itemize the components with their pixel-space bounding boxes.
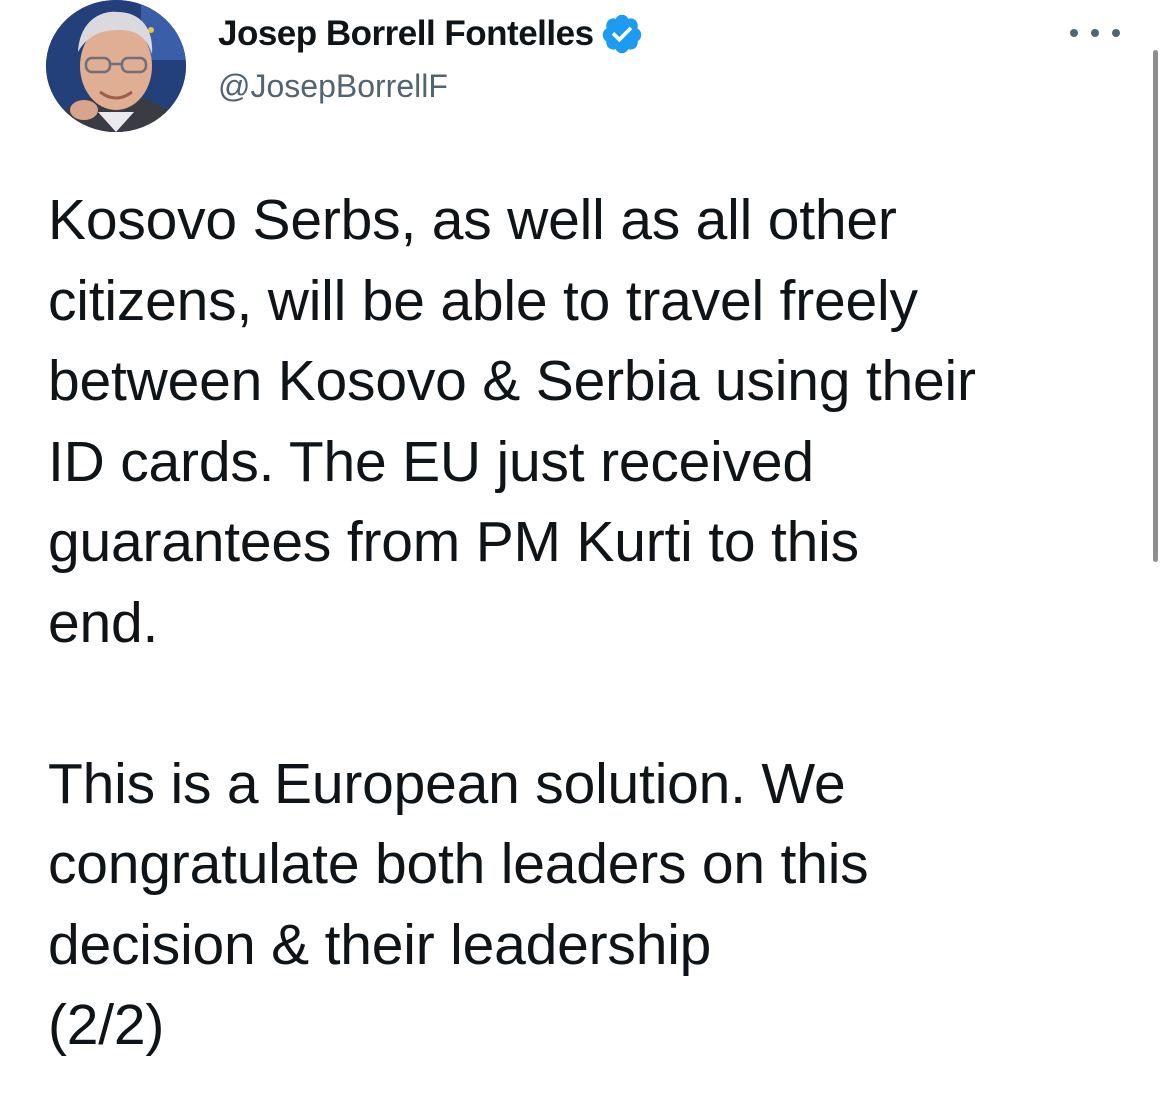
tweet-paragraph-2: This is a European solution. We congratu…: [48, 751, 869, 1058]
tweet-paragraph-1: Kosovo Serbs, as well as all other citiz…: [48, 188, 976, 655]
more-dot: [1091, 29, 1099, 37]
scrollbar[interactable]: [1153, 50, 1158, 562]
author-name-row: Josep Borrell Fontelles: [218, 12, 644, 56]
tweet-text: Kosovo Serbs, as well as all other citiz…: [48, 180, 1133, 1066]
tweet: Josep Borrell Fontelles @JosepBorrellF K…: [0, 0, 1169, 1094]
more-dot: [1112, 29, 1120, 37]
verified-badge-icon: [600, 12, 644, 56]
author-handle[interactable]: @JosepBorrellF: [218, 68, 448, 105]
author-avatar[interactable]: [46, 0, 186, 132]
more-options-icon[interactable]: [1070, 18, 1120, 48]
author-name[interactable]: Josep Borrell Fontelles: [218, 14, 594, 54]
profile-photo-icon: [46, 0, 186, 132]
more-dot: [1070, 29, 1078, 37]
